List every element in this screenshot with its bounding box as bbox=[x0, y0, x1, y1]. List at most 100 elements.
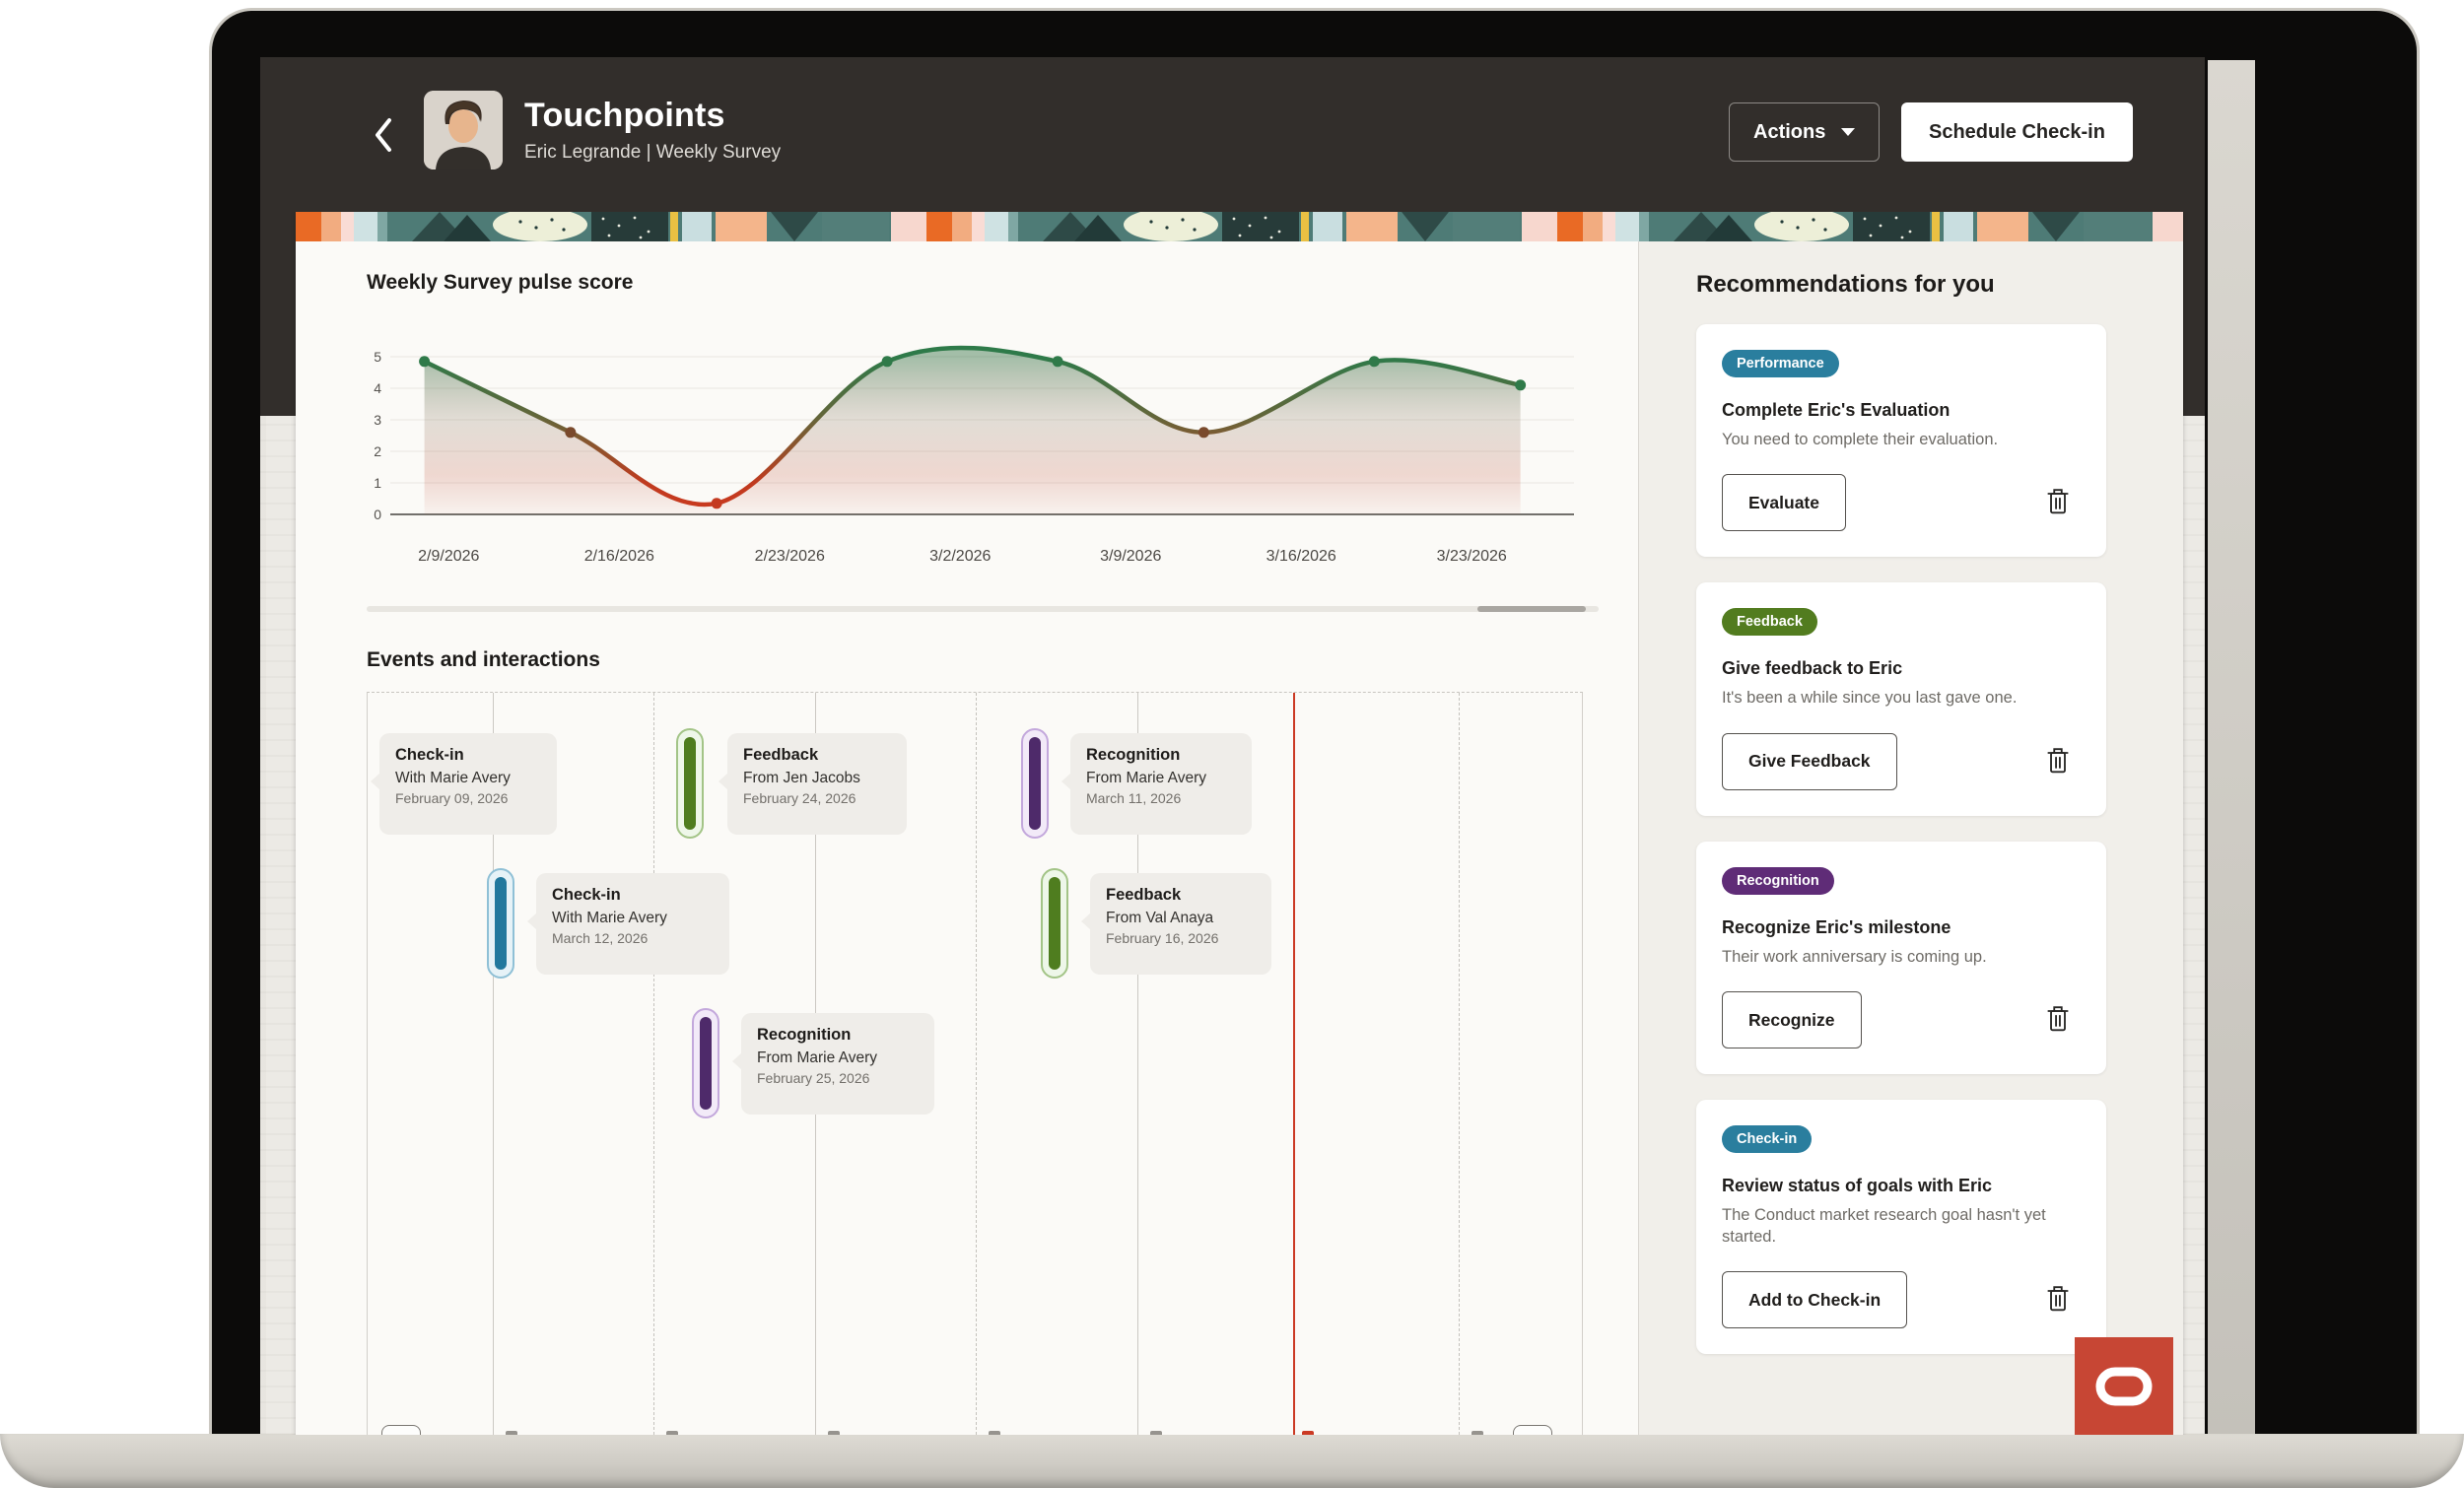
actions-button[interactable]: Actions bbox=[1729, 102, 1880, 162]
recommendation-card: Check-in Review status of goals with Eri… bbox=[1696, 1100, 2106, 1354]
timeline-gridline bbox=[1459, 693, 1460, 1435]
timeline-today-tick-stub bbox=[1302, 1431, 1314, 1435]
event-card[interactable]: Feedback From Jen Jacobs February 24, 20… bbox=[727, 733, 907, 835]
event-marker-checkin[interactable] bbox=[487, 868, 514, 979]
recommendation-description: It's been a while since you last gave on… bbox=[1722, 688, 2081, 709]
performance-badge: Performance bbox=[1722, 350, 1839, 377]
panel-body: Weekly Survey pulse score 0 1 2 3 4 5 2/9/2026… bbox=[296, 241, 2183, 1435]
add-to-checkin-button[interactable]: Add to Check-in bbox=[1722, 1271, 1907, 1328]
feedback-badge: Feedback bbox=[1722, 608, 1817, 636]
laptop-mockup: Touchpoints Eric Legrande | Weekly Surve… bbox=[0, 0, 2464, 1488]
main-content: Weekly Survey pulse score 0 1 2 3 4 5 2/9/2026… bbox=[296, 241, 1638, 1435]
recommendation-card: Feedback Give feedback to Eric It's been… bbox=[1696, 582, 2106, 815]
recognition-badge: Recognition bbox=[1722, 867, 1834, 895]
oracle-logo bbox=[2075, 1337, 2173, 1435]
event-marker-recognition[interactable] bbox=[1021, 728, 1049, 839]
recommendation-description: You need to complete their evaluation. bbox=[1722, 430, 2081, 450]
chevron-left-icon bbox=[374, 117, 395, 153]
svg-text:3: 3 bbox=[374, 412, 381, 428]
timeline-tick-stub bbox=[506, 1431, 517, 1435]
svg-text:0: 0 bbox=[374, 507, 381, 522]
pulse-chart: 0123452/9/20262/16/20262/23/20263/2/2026… bbox=[367, 332, 1599, 578]
dismiss-button[interactable] bbox=[2041, 742, 2075, 781]
event-detail: From Marie Avery bbox=[1086, 770, 1236, 787]
event-date: February 09, 2026 bbox=[395, 790, 541, 806]
recommendation-title: Recognize Eric's milestone bbox=[1722, 917, 2081, 938]
schedule-checkin-button[interactable]: Schedule Check-in bbox=[1901, 102, 2133, 162]
content-panel: Weekly Survey pulse score 0 1 2 3 4 5 2/9/2026… bbox=[296, 212, 2183, 1435]
svg-text:2/16/2026: 2/16/2026 bbox=[584, 548, 654, 565]
laptop-screen-bezel: Touchpoints Eric Legrande | Weekly Surve… bbox=[209, 8, 2420, 1437]
oracle-ring-icon bbox=[2095, 1367, 2153, 1406]
timeline-tick-stub bbox=[1150, 1431, 1162, 1435]
timeline-prev-button[interactable] bbox=[381, 1425, 421, 1435]
svg-text:5: 5 bbox=[374, 349, 381, 365]
event-detail: From Marie Avery bbox=[757, 1049, 919, 1067]
chart-scrollbar-thumb[interactable] bbox=[1477, 606, 1586, 612]
pulse-chart-title: Weekly Survey pulse score bbox=[367, 271, 633, 295]
avatar bbox=[424, 91, 503, 169]
event-type: Check-in bbox=[552, 886, 714, 905]
actions-button-label: Actions bbox=[1753, 121, 1825, 144]
screen-side-rim bbox=[2208, 60, 2255, 1438]
event-date: March 11, 2026 bbox=[1086, 790, 1236, 806]
timeline-tick-stub bbox=[828, 1431, 840, 1435]
svg-text:4: 4 bbox=[374, 380, 381, 396]
app-header: Touchpoints Eric Legrande | Weekly Surve… bbox=[260, 57, 2205, 212]
person-photo-icon bbox=[424, 91, 503, 169]
event-card[interactable]: Check-in With Marie Avery March 12, 2026 bbox=[536, 873, 729, 975]
back-button[interactable] bbox=[363, 111, 406, 159]
svg-text:3/16/2026: 3/16/2026 bbox=[1266, 548, 1336, 565]
recommendation-card: Recognition Recognize Eric's milestone T… bbox=[1696, 842, 2106, 1074]
event-detail: From Jen Jacobs bbox=[743, 770, 891, 787]
laptop-base bbox=[0, 1434, 2464, 1488]
dismiss-button[interactable] bbox=[2041, 1000, 2075, 1040]
recommendation-title: Give feedback to Eric bbox=[1722, 658, 2081, 679]
timeline-next-button[interactable] bbox=[1513, 1425, 1552, 1435]
event-type: Check-in bbox=[395, 746, 541, 765]
page-title: Touchpoints bbox=[524, 97, 725, 135]
event-marker-feedback[interactable] bbox=[676, 728, 704, 839]
event-date: February 16, 2026 bbox=[1106, 930, 1256, 946]
event-date: March 12, 2026 bbox=[552, 930, 714, 946]
svg-text:2/9/2026: 2/9/2026 bbox=[418, 548, 479, 565]
event-card[interactable]: Feedback From Val Anaya February 16, 202… bbox=[1090, 873, 1271, 975]
page-subtitle: Eric Legrande | Weekly Survey bbox=[524, 142, 781, 164]
trash-icon bbox=[2045, 487, 2071, 515]
recommendation-description: Their work anniversary is coming up. bbox=[1722, 947, 2081, 968]
dismiss-button[interactable] bbox=[2041, 1280, 2075, 1319]
today-marker-line bbox=[1293, 693, 1295, 1435]
timeline-tick-stub bbox=[989, 1431, 1000, 1435]
event-marker-recognition[interactable] bbox=[692, 1008, 719, 1118]
give-feedback-button[interactable]: Give Feedback bbox=[1722, 733, 1897, 790]
event-detail: From Val Anaya bbox=[1106, 910, 1256, 927]
recognize-button[interactable]: Recognize bbox=[1722, 991, 1862, 1048]
event-type: Feedback bbox=[1106, 886, 1256, 905]
timeline-tick-stub bbox=[666, 1431, 678, 1435]
recommendations-sidebar: Recommendations for you Performance Comp… bbox=[1638, 241, 2183, 1435]
event-date: February 24, 2026 bbox=[743, 790, 891, 806]
events-timeline: Check-in With Marie Avery February 09, 2… bbox=[367, 692, 1583, 1435]
app-display: Touchpoints Eric Legrande | Weekly Surve… bbox=[260, 57, 2205, 1435]
dismiss-button[interactable] bbox=[2041, 483, 2075, 522]
svg-text:2/23/2026: 2/23/2026 bbox=[755, 548, 825, 565]
event-card[interactable]: Recognition From Marie Avery February 25… bbox=[741, 1013, 934, 1115]
recommendation-description: The Conduct market research goal hasn't … bbox=[1722, 1205, 2081, 1248]
recommendation-card: Performance Complete Eric's Evaluation Y… bbox=[1696, 324, 2106, 557]
chart-scrollbar-track[interactable] bbox=[367, 606, 1599, 612]
chevron-down-icon bbox=[1841, 128, 1855, 136]
timeline-tick-stub bbox=[1472, 1431, 1483, 1435]
svg-text:2: 2 bbox=[374, 443, 381, 459]
event-marker-feedback[interactable] bbox=[1041, 868, 1068, 979]
event-type: Recognition bbox=[1086, 746, 1236, 765]
trash-icon bbox=[2045, 1284, 2071, 1313]
svg-text:1: 1 bbox=[374, 475, 381, 491]
evaluate-button[interactable]: Evaluate bbox=[1722, 474, 1846, 531]
timeline-gridline bbox=[976, 693, 977, 1435]
event-type: Recognition bbox=[757, 1026, 919, 1045]
event-card[interactable]: Check-in With Marie Avery February 09, 2… bbox=[379, 733, 557, 835]
event-card[interactable]: Recognition From Marie Avery March 11, 2… bbox=[1070, 733, 1252, 835]
event-detail: With Marie Avery bbox=[552, 910, 714, 927]
checkin-badge: Check-in bbox=[1722, 1125, 1812, 1153]
svg-text:3/9/2026: 3/9/2026 bbox=[1100, 548, 1161, 565]
